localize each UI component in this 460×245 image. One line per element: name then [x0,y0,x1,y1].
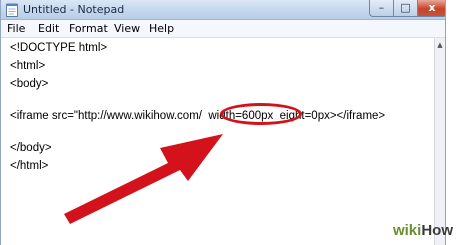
watermark-how: How [421,222,453,239]
red-arrow-icon [64,134,223,224]
watermark-wiki: wiki [392,222,422,239]
wikihow-watermark: wikiHow [367,222,453,242]
